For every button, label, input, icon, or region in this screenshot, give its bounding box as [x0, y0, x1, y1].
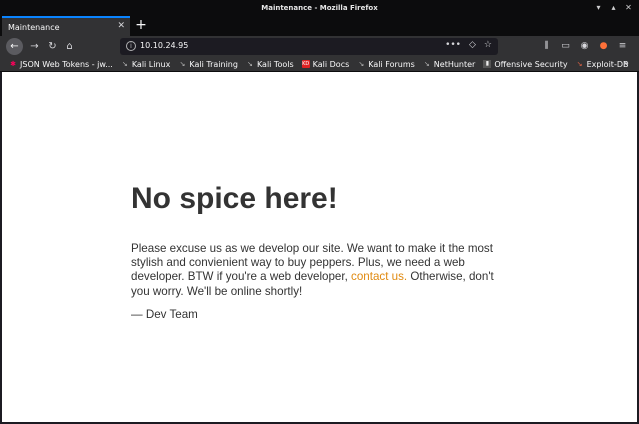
page-paragraph: Please excuse us as we develop our site.…: [131, 242, 496, 299]
bookmarks-toolbar: ✱ JSON Web Tokens - jw... ↘ Kali Linux ↘…: [0, 57, 639, 72]
bookmark-jwt[interactable]: ✱ JSON Web Tokens - jw...: [9, 60, 113, 69]
url-bar[interactable]: i 10.10.24.95 ••• ◇ ☆: [120, 38, 498, 55]
kali-icon: ↘: [179, 60, 186, 68]
kali-docs-icon: KD: [301, 60, 310, 68]
maximize-button[interactable]: ▴: [609, 3, 618, 12]
kali-icon: ↘: [423, 60, 430, 68]
forward-button[interactable]: →: [26, 38, 43, 55]
home-button[interactable]: ⌂: [61, 38, 78, 55]
bookmark-star-icon[interactable]: ☆: [484, 40, 492, 50]
kali-icon: ↘: [358, 60, 365, 68]
bookmark-kali-docs[interactable]: KD Kali Docs: [301, 59, 350, 69]
close-window-button[interactable]: ✕: [624, 3, 633, 12]
exploitdb-icon: ↘: [576, 60, 583, 68]
bookmark-kali-training[interactable]: ↘ Kali Training: [178, 60, 238, 69]
bookmark-label: JSON Web Tokens - jw...: [20, 59, 113, 69]
firefox-icon[interactable]: ●: [597, 38, 610, 55]
menu-icon[interactable]: ≡: [616, 38, 629, 55]
url-text[interactable]: 10.10.24.95: [140, 41, 188, 50]
kali-icon: ↘: [247, 60, 253, 68]
sidebar-icon[interactable]: ▭: [559, 38, 572, 55]
navigation-toolbar: ← → ↻ ⌂ i 10.10.24.95 ••• ◇ ☆ ⫼ ▭ ◉ ● ≡: [0, 36, 639, 57]
new-tab-button[interactable]: +: [134, 17, 148, 33]
bookmark-label: Kali Training: [189, 59, 238, 69]
library-icon[interactable]: ⫼: [540, 38, 553, 55]
window-controls: ▾ ▴ ✕: [594, 3, 633, 12]
pocket-icon[interactable]: ◇: [469, 40, 476, 50]
page-actions-icon[interactable]: •••: [445, 40, 461, 50]
offsec-icon: ▮: [483, 60, 492, 68]
window-titlebar: Maintenance - Mozilla Firefox ▾ ▴ ✕: [0, 0, 639, 16]
bookmarks-overflow-icon[interactable]: »: [623, 58, 629, 69]
page-heading: No spice here!: [131, 182, 338, 215]
kali-icon: ↘: [121, 60, 128, 68]
bookmark-label: NetHunter: [433, 59, 476, 69]
bookmark-kali-tools[interactable]: ↘ Kali Tools: [246, 60, 294, 69]
bookmark-nethunter[interactable]: ↘ NetHunter: [423, 59, 476, 69]
toolbar-right: ⫼ ▭ ◉ ● ≡: [540, 38, 629, 55]
close-tab-icon[interactable]: ✕: [117, 21, 125, 31]
tab-strip: Maintenance ✕ +: [0, 16, 639, 36]
bookmark-label: Kali Forums: [368, 59, 415, 69]
account-icon[interactable]: ◉: [578, 38, 591, 55]
jwt-icon: ✱: [9, 60, 17, 68]
back-button[interactable]: ←: [6, 38, 23, 55]
bookmark-exploit-db[interactable]: ↘ Exploit-DB: [576, 60, 629, 69]
tab-maintenance[interactable]: Maintenance ✕: [2, 16, 130, 36]
signature: — Dev Team: [131, 308, 198, 321]
bookmark-label: Kali Linux: [131, 59, 171, 69]
minimize-button[interactable]: ▾: [594, 3, 603, 12]
page-content: No spice here! Please excuse us as we de…: [2, 72, 637, 422]
contact-us-link[interactable]: contact us.: [351, 270, 407, 283]
reload-button[interactable]: ↻: [44, 38, 61, 55]
bookmark-label: Kali Tools: [256, 59, 294, 69]
bookmark-kali-forums[interactable]: ↘ Kali Forums: [357, 59, 415, 69]
bookmark-label: Offensive Security: [494, 59, 568, 69]
bookmark-label: Kali Docs: [312, 59, 350, 69]
bookmark-offensive-security[interactable]: ▮ Offensive Security: [483, 59, 568, 69]
window-title: Maintenance - Mozilla Firefox: [261, 4, 378, 12]
site-info-icon[interactable]: i: [126, 41, 136, 51]
bookmark-kali-linux[interactable]: ↘ Kali Linux: [121, 60, 171, 69]
tab-label: Maintenance: [8, 22, 60, 32]
url-actions: ••• ◇ ☆: [445, 40, 492, 50]
